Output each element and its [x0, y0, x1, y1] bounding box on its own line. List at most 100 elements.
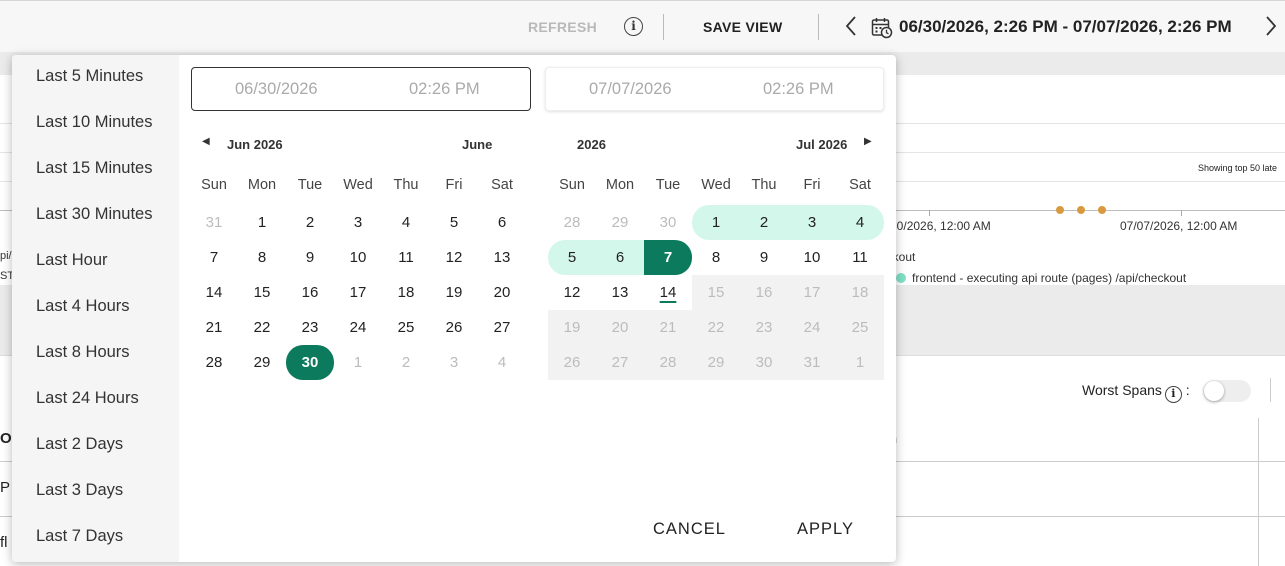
end-date-input[interactable]: 07/07/2026: [589, 80, 672, 99]
calendar-day[interactable]: 12: [430, 240, 478, 275]
chevron-left-icon[interactable]: [843, 12, 859, 40]
calendar-day[interactable]: 2: [740, 205, 788, 240]
preset-option[interactable]: Last Hour: [36, 251, 108, 270]
calendar-day[interactable]: 27: [478, 310, 526, 345]
legend-item[interactable]: frontend - executing api route (pages) /…: [896, 271, 1186, 285]
calendar-day[interactable]: 6: [478, 205, 526, 240]
calendar-day[interactable]: 9: [740, 240, 788, 275]
start-datetime-field[interactable]: 06/30/2026 02:26 PM: [191, 67, 531, 111]
info-icon[interactable]: i: [624, 17, 643, 36]
calendar-day[interactable]: 21: [190, 310, 238, 345]
calendar-day[interactable]: 13: [478, 240, 526, 275]
calendar-day[interactable]: 29: [238, 345, 286, 380]
cancel-button[interactable]: CANCEL: [653, 520, 726, 539]
calendar-day[interactable]: 6: [596, 240, 644, 275]
calendar-clock-icon[interactable]: [871, 17, 893, 39]
info-icon[interactable]: i: [1164, 386, 1182, 403]
preset-option[interactable]: Last 4 Hours: [36, 297, 130, 316]
calendar-day[interactable]: 26: [430, 310, 478, 345]
calendar-day: 25: [836, 310, 884, 345]
calendar-day[interactable]: 17: [334, 275, 382, 310]
weekday-header: Wed: [343, 177, 373, 193]
preset-option[interactable]: Last 3 Days: [36, 481, 123, 500]
end-datetime-field[interactable]: 07/07/2026 02:26 PM: [545, 67, 884, 111]
calendar-day[interactable]: 14: [190, 275, 238, 310]
preset-option[interactable]: Last 15 Minutes: [36, 159, 152, 178]
calendar-day[interactable]: 10: [334, 240, 382, 275]
calendar-day[interactable]: 30: [286, 345, 334, 380]
day-number: 11: [398, 249, 414, 266]
data-point[interactable]: [1056, 206, 1064, 214]
data-point[interactable]: [1077, 206, 1085, 214]
calendar-day[interactable]: 1: [692, 205, 740, 240]
refresh-button[interactable]: REFRESH: [528, 19, 597, 35]
preset-option[interactable]: Last 5 Minutes: [36, 67, 143, 86]
start-time-input[interactable]: 02:26 PM: [409, 80, 480, 99]
apply-button[interactable]: APPLY: [797, 520, 854, 539]
calendar-day[interactable]: 25: [382, 310, 430, 345]
save-view-button[interactable]: SAVE VIEW: [703, 19, 782, 35]
toggle-knob: [1204, 381, 1224, 401]
toolbar-divider: [818, 14, 819, 40]
calendar-day[interactable]: 12: [548, 275, 596, 310]
calendar-day[interactable]: 2: [382, 345, 430, 380]
day-number: 5: [449, 214, 459, 231]
preset-option[interactable]: Last 24 Hours: [36, 389, 139, 408]
month-selector[interactable]: June: [462, 137, 492, 152]
preset-option[interactable]: Last 2 Days: [36, 435, 123, 454]
calendar-day[interactable]: 24: [334, 310, 382, 345]
calendar-day[interactable]: 4: [382, 205, 430, 240]
calendar-day[interactable]: 8: [692, 240, 740, 275]
calendar-day[interactable]: 2: [286, 205, 334, 240]
calendar-day[interactable]: 13: [596, 275, 644, 310]
chevron-right-icon[interactable]: [1263, 12, 1279, 40]
calendar-day[interactable]: 20: [478, 275, 526, 310]
calendar-day[interactable]: 14: [644, 275, 692, 310]
worst-spans-text: Worst Spans: [1082, 382, 1162, 398]
calendar-day[interactable]: 5: [430, 205, 478, 240]
calendar-day[interactable]: 7: [644, 240, 692, 275]
calendar-day[interactable]: 10: [788, 240, 836, 275]
next-month-icon[interactable]: ▶: [864, 136, 872, 147]
calendar-day[interactable]: 19: [430, 275, 478, 310]
calendar-day[interactable]: 8: [238, 240, 286, 275]
calendar-day[interactable]: 9: [286, 240, 334, 275]
calendar-day[interactable]: 7: [190, 240, 238, 275]
calendar-day[interactable]: 4: [836, 205, 884, 240]
calendar-day[interactable]: 16: [286, 275, 334, 310]
start-date-input[interactable]: 06/30/2026: [235, 80, 318, 99]
preset-option[interactable]: Last 8 Hours: [36, 343, 130, 362]
calendar-day[interactable]: 4: [478, 345, 526, 380]
data-point[interactable]: [1098, 206, 1106, 214]
calendar-day[interactable]: 11: [382, 240, 430, 275]
calendar-day[interactable]: 28: [548, 205, 596, 240]
worst-spans-toggle[interactable]: [1203, 380, 1251, 402]
calendar-day[interactable]: 1: [334, 345, 382, 380]
preset-option[interactable]: Last 7 Days: [36, 527, 123, 546]
calendar-day[interactable]: 31: [190, 205, 238, 240]
calendar-day[interactable]: 28: [190, 345, 238, 380]
calendar-day[interactable]: 3: [334, 205, 382, 240]
prev-month-label[interactable]: Jun 2026: [227, 137, 283, 152]
day-number: 12: [563, 284, 581, 301]
calendar-day[interactable]: 30: [644, 205, 692, 240]
calendar-day[interactable]: 23: [286, 310, 334, 345]
calendar-day[interactable]: 29: [596, 205, 644, 240]
calendar-day[interactable]: 3: [430, 345, 478, 380]
preset-option[interactable]: Last 30 Minutes: [36, 205, 152, 224]
end-time-input[interactable]: 02:26 PM: [763, 80, 834, 99]
calendar-day[interactable]: 15: [238, 275, 286, 310]
calendar-day[interactable]: 18: [382, 275, 430, 310]
calendar-day[interactable]: 3: [788, 205, 836, 240]
day-number: 9: [305, 249, 315, 266]
next-month-label[interactable]: Jul 2026: [796, 137, 847, 152]
prev-month-icon[interactable]: ◀: [202, 136, 210, 147]
preset-option[interactable]: Last 10 Minutes: [36, 113, 152, 132]
calendar-day[interactable]: 11: [836, 240, 884, 275]
year-selector[interactable]: 2026: [577, 137, 606, 152]
calendar-day[interactable]: 22: [238, 310, 286, 345]
calendar-day[interactable]: 1: [238, 205, 286, 240]
calendar-day[interactable]: 5: [548, 240, 596, 275]
time-range-display[interactable]: 06/30/2026, 2:26 PM - 07/07/2026, 2:26 P…: [899, 17, 1232, 37]
day-number: 14: [659, 284, 677, 301]
